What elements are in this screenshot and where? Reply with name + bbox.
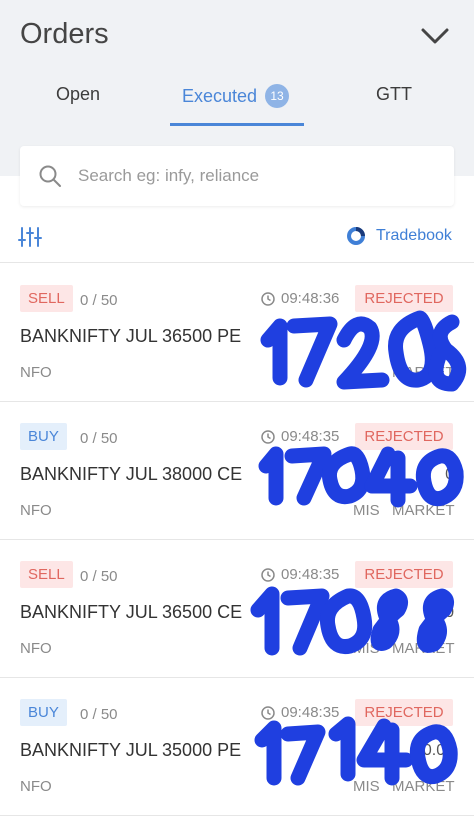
order-time-value: 09:48:35: [281, 428, 340, 445]
order-time-value: 09:48:35: [281, 704, 340, 721]
clock-icon: [261, 429, 275, 444]
order-type: MARKET: [392, 364, 455, 381]
tab-open[interactable]: Open: [56, 84, 100, 105]
tab-gtt-label: GTT: [376, 84, 412, 104]
filter-icon[interactable]: [18, 226, 42, 248]
filled-quantity: 0 / 50: [80, 568, 118, 585]
filled-quantity: 0 / 50: [80, 706, 118, 723]
order-time: 09:48:35: [261, 428, 339, 445]
order-time: 09:48:36: [261, 290, 339, 307]
instrument-symbol: BANKNIFTY JUL 36500 PE: [20, 326, 242, 346]
clock-icon: [261, 705, 275, 720]
order-type: MARKET: [392, 640, 455, 657]
status-badge: REJECTED: [355, 699, 453, 726]
instrument-symbol: BANKNIFTY JUL 35000 PE: [20, 740, 242, 760]
product-type: MIS: [353, 640, 380, 657]
status-badge: REJECTED: [355, 561, 453, 588]
divider: [0, 815, 474, 816]
instrument-symbol: BANKNIFTY JUL 38000 CE: [20, 464, 243, 484]
search-input[interactable]: [78, 156, 438, 196]
order-time: 09:48:35: [261, 566, 339, 583]
exchange-label: NFO: [20, 502, 52, 519]
tradebook-label: Tradebook: [376, 227, 452, 244]
order-price: 0.00: [422, 742, 454, 759]
order-price: 0: [445, 466, 454, 483]
order-row[interactable]: BUY 0 / 50 09:48:35 REJECTED BANKNIFTY J…: [0, 401, 474, 539]
page-title: Orders: [20, 18, 109, 50]
instrument-symbol: BANKNIFTY JUL 36500 CE: [20, 602, 243, 622]
order-price: 0: [445, 604, 454, 621]
tab-executed[interactable]: Executed 13: [182, 84, 290, 108]
product-type: MIS: [353, 502, 380, 519]
executed-count-badge: 13: [265, 84, 290, 108]
clock-icon: [261, 567, 275, 582]
order-row[interactable]: BUY 0 / 50 09:48:35 REJECTED BANKNIFTY J…: [0, 677, 474, 815]
search-bar: [20, 146, 454, 206]
exchange-label: NFO: [20, 778, 52, 795]
tab-executed-label: Executed: [182, 85, 258, 106]
side-badge: BUY: [20, 423, 67, 450]
filled-quantity: 0 / 50: [80, 430, 118, 447]
order-time-value: 09:48:35: [281, 566, 340, 583]
exchange-label: NFO: [20, 640, 52, 657]
exchange-label: NFO: [20, 364, 52, 381]
tradebook-link[interactable]: Tradebook: [346, 226, 452, 246]
order-type: MARKET: [392, 778, 455, 795]
tradebook-logo-icon: [347, 227, 365, 245]
order-type: MARKET: [392, 502, 455, 519]
side-badge: BUY: [20, 699, 67, 726]
chevron-down-icon[interactable]: [420, 26, 450, 46]
order-time-value: 09:48:36: [281, 290, 340, 307]
clock-icon: [261, 291, 275, 306]
tab-gtt[interactable]: GTT: [376, 84, 412, 105]
order-row[interactable]: SELL 0 / 50 09:48:36 REJECTED BANKNIFTY …: [0, 263, 474, 401]
filled-quantity: 0 / 50: [80, 292, 118, 309]
search-icon: [39, 165, 61, 187]
order-row[interactable]: SELL 0 / 50 09:48:35 REJECTED BANKNIFTY …: [0, 539, 474, 677]
active-tab-indicator: [170, 123, 304, 126]
status-badge: REJECTED: [355, 423, 453, 450]
side-badge: SELL: [20, 561, 73, 588]
tab-open-label: Open: [56, 84, 101, 104]
status-badge: REJECTED: [355, 285, 453, 312]
product-type: MIS: [353, 778, 380, 795]
order-time: 09:48:35: [261, 704, 339, 721]
side-badge: SELL: [20, 285, 73, 312]
